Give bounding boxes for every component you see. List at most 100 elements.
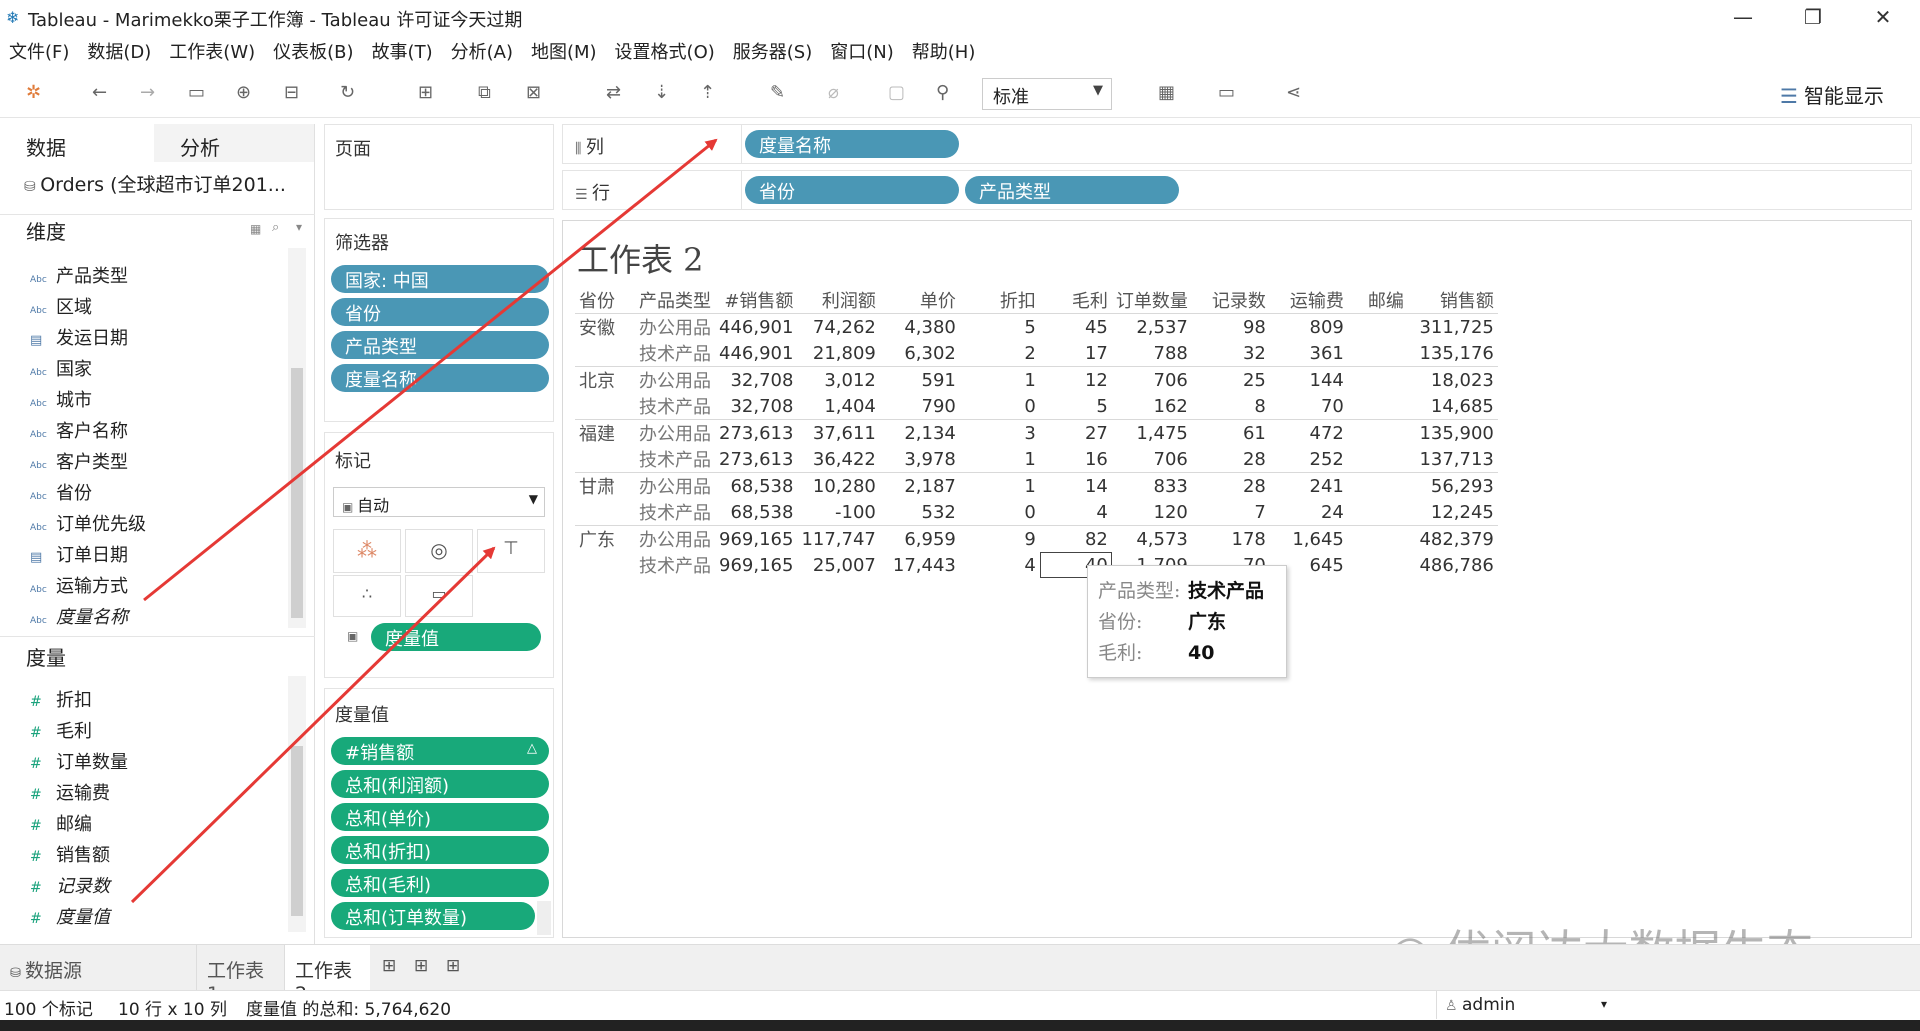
dimension-field[interactable]: Abc 国家 xyxy=(30,355,92,381)
measure-field[interactable]: # 度量值 xyxy=(30,903,110,929)
dimension-field[interactable]: Abc 订单优先级 xyxy=(30,510,146,536)
value-cell[interactable]: 32,708 xyxy=(715,366,798,393)
value-cell[interactable]: 833 xyxy=(1111,472,1192,499)
value-cell[interactable]: 16 xyxy=(1040,446,1112,473)
presentation-mode-icon[interactable]: ▭ xyxy=(1218,82,1235,103)
new-worksheet-icon[interactable]: ⊞ xyxy=(418,82,433,103)
province-cell[interactable] xyxy=(575,446,635,473)
value-cell[interactable]: 68,538 xyxy=(715,499,797,526)
province-cell[interactable] xyxy=(575,552,635,578)
column-header[interactable]: 利润额 xyxy=(797,287,879,314)
category-cell[interactable]: 技术产品 xyxy=(635,393,715,420)
new-dashboard-icon[interactable]: ⊞ xyxy=(414,945,428,991)
tableau-home-icon[interactable]: ✲ xyxy=(26,82,41,103)
value-cell[interactable]: 532 xyxy=(880,499,960,526)
value-cell[interactable]: 446,901 xyxy=(715,340,797,367)
color-mark-button[interactable]: ⁂ xyxy=(333,529,401,573)
labels-icon[interactable]: ▢ xyxy=(888,82,905,103)
value-cell[interactable]: 809 xyxy=(1269,313,1348,340)
value-cell[interactable]: 135,176 xyxy=(1408,340,1498,367)
value-cell[interactable]: 311,725 xyxy=(1407,313,1498,340)
category-cell[interactable]: 办公用品 xyxy=(635,366,715,393)
filter-pill-category[interactable]: 产品类型 xyxy=(331,331,549,359)
dimension-field[interactable]: Abc 省份 xyxy=(30,479,92,505)
value-cell[interactable]: 0 xyxy=(960,499,1040,526)
value-cell[interactable]: 14 xyxy=(1039,472,1112,499)
measure-values-scrollbar[interactable] xyxy=(537,901,551,935)
pause-updates-icon[interactable]: ⊟ xyxy=(284,82,299,103)
value-cell[interactable]: 2,187 xyxy=(879,472,960,499)
maximize-button[interactable]: ❐ xyxy=(1790,2,1836,32)
category-cell[interactable]: 办公用品 xyxy=(635,472,715,499)
category-cell[interactable]: 办公用品 xyxy=(635,313,715,340)
value-cell[interactable]: 969,165 xyxy=(715,525,798,552)
tab-data[interactable]: 数据 xyxy=(0,124,154,162)
value-cell[interactable]: 591 xyxy=(879,366,960,393)
close-button[interactable]: ✕ xyxy=(1860,2,1906,32)
measures-scrollbar[interactable] xyxy=(288,676,306,932)
filter-pill-measure-names[interactable]: 度量名称 xyxy=(331,364,549,392)
province-cell[interactable] xyxy=(575,393,635,420)
menu-server[interactable]: 服务器(S) xyxy=(724,34,821,64)
value-cell[interactable]: 36,422 xyxy=(797,446,879,473)
value-cell[interactable] xyxy=(1347,472,1408,499)
menu-map[interactable]: 地图(M) xyxy=(522,34,606,64)
dimension-field[interactable]: ▤ 订单日期 xyxy=(30,541,128,567)
value-cell[interactable]: 10,280 xyxy=(797,472,880,499)
column-header[interactable]: #销售额 xyxy=(715,287,797,314)
measure-field[interactable]: # 记录数 xyxy=(30,872,110,898)
show-cards-icon[interactable]: ▦ xyxy=(1158,82,1175,103)
measure-field[interactable]: # 折扣 xyxy=(30,686,92,712)
value-cell[interactable]: 2,537 xyxy=(1111,313,1192,340)
value-cell[interactable] xyxy=(1348,446,1408,473)
value-cell[interactable]: 241 xyxy=(1269,472,1348,499)
value-cell[interactable]: 120 xyxy=(1112,499,1192,526)
undo-icon[interactable]: ← xyxy=(92,82,107,103)
minimize-button[interactable]: — xyxy=(1720,2,1766,32)
highlight-icon[interactable]: ✎ xyxy=(770,82,785,103)
value-cell[interactable]: 706 xyxy=(1112,446,1192,473)
clear-sheet-icon[interactable]: ⊠ xyxy=(526,82,541,103)
value-cell[interactable] xyxy=(1347,366,1408,393)
datasource-item[interactable]: ⛁ Orders (全球超市订单201... xyxy=(24,170,286,197)
province-cell[interactable]: 安徽 xyxy=(575,313,635,340)
menu-format[interactable]: 设置格式(O) xyxy=(606,34,724,64)
chevron-down-icon[interactable]: ▾ xyxy=(296,220,302,234)
rows-pill-province[interactable]: 省份 xyxy=(745,176,959,204)
province-cell[interactable]: 北京 xyxy=(575,366,635,393)
value-cell[interactable]: 446,901 xyxy=(715,313,798,340)
province-cell[interactable]: 广东 xyxy=(575,525,635,552)
value-cell[interactable] xyxy=(1348,393,1408,420)
value-cell[interactable]: 3,012 xyxy=(797,366,880,393)
value-cell[interactable]: 70 xyxy=(1270,393,1348,420)
value-cell[interactable]: 27 xyxy=(1039,419,1112,446)
value-cell[interactable]: 273,613 xyxy=(715,446,797,473)
measure-pill-margin[interactable]: 总和(毛利) xyxy=(331,869,549,897)
text-mark-button[interactable]: ⊤ xyxy=(477,529,545,573)
measure-pill-order-qty[interactable]: 总和(订单数量) xyxy=(331,902,535,930)
value-cell[interactable]: 1,475 xyxy=(1111,419,1192,446)
menu-dashboard[interactable]: 仪表板(B) xyxy=(264,34,362,64)
size-mark-button[interactable]: ◎ xyxy=(405,529,473,573)
value-cell[interactable]: 2 xyxy=(960,340,1040,367)
menu-file[interactable]: 文件(F) xyxy=(0,34,78,64)
province-cell[interactable]: 甘肃 xyxy=(575,472,635,499)
worksheet-view[interactable]: 工作表 2 省份 产品类型 #销售额 利润额 单价 折扣 毛利 订单数量 记录数 运输费 邮编 销售额… xyxy=(562,220,1912,938)
value-cell[interactable]: 178 xyxy=(1191,525,1270,552)
duplicate-sheet-icon[interactable]: ⧉ xyxy=(478,82,491,103)
value-cell[interactable]: 4 xyxy=(960,552,1040,578)
pin-axes-icon[interactable]: ⚲ xyxy=(936,82,949,103)
column-header[interactable]: 运输费 xyxy=(1270,287,1348,314)
category-cell[interactable]: 办公用品 xyxy=(635,525,715,552)
new-story-icon[interactable]: ⊞ xyxy=(446,945,460,991)
value-cell[interactable]: 2,134 xyxy=(879,419,960,446)
value-cell[interactable]: 12 xyxy=(1039,366,1112,393)
value-cell[interactable]: 472 xyxy=(1269,419,1348,446)
value-cell[interactable]: 1 xyxy=(959,472,1040,499)
value-cell[interactable]: 8 xyxy=(1192,393,1270,420)
value-cell[interactable]: 5 xyxy=(1040,393,1112,420)
tab-analysis[interactable]: 分析 xyxy=(154,124,314,162)
value-cell[interactable]: 98 xyxy=(1191,313,1270,340)
dimension-field[interactable]: Abc 产品类型 xyxy=(30,262,128,288)
column-header[interactable]: 产品类型 xyxy=(635,287,715,314)
